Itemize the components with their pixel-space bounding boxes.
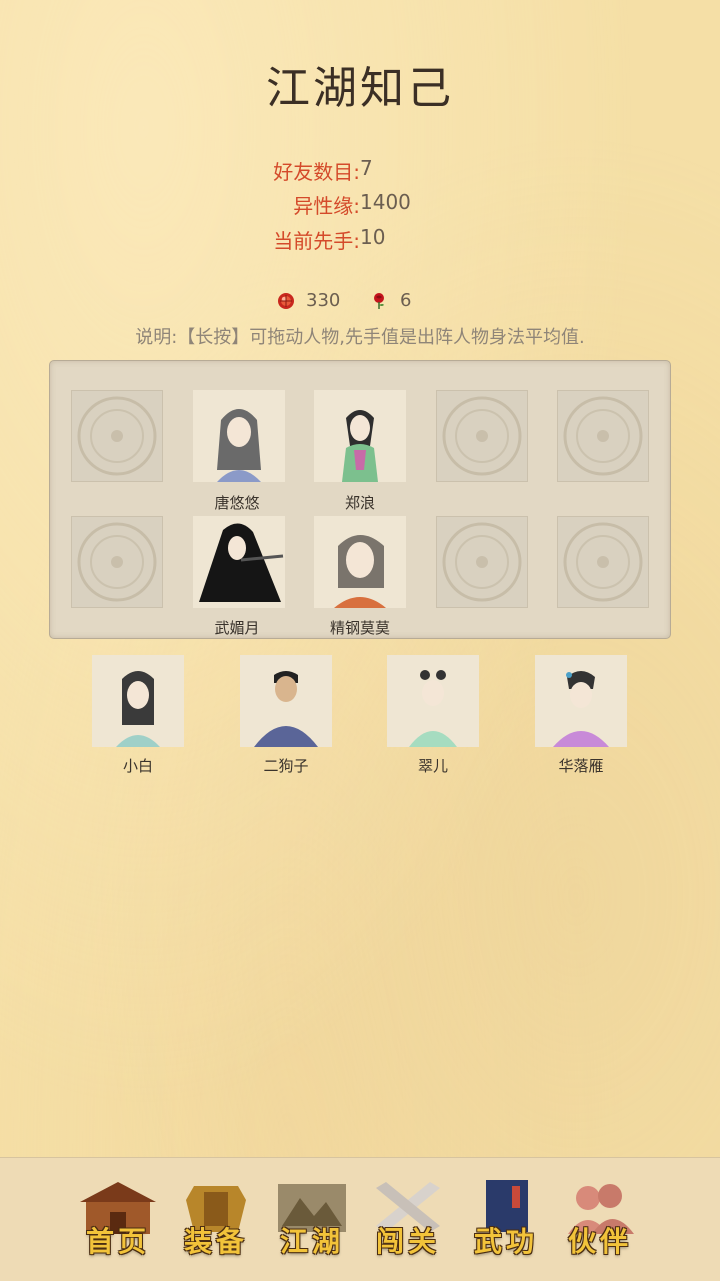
hero-slot-tang-youyou[interactable] <box>193 390 285 482</box>
tab-equipment[interactable]: 装备 <box>174 1176 258 1260</box>
reserve-name: 翠儿 <box>417 757 448 775</box>
romance-value: 1400 <box>360 190 411 214</box>
rose-counter: 6 <box>370 290 411 311</box>
tab-label: 江湖 <box>279 1225 344 1258</box>
formation-slot-empty[interactable] <box>436 390 528 482</box>
bronze-mirror-icon <box>563 396 643 476</box>
romance-label: 异性缘: <box>293 194 360 218</box>
hero-name: 武媚月 <box>214 619 260 637</box>
hero-portrait <box>409 670 457 747</box>
formation-slot-empty[interactable] <box>557 390 649 482</box>
formation-slot-empty[interactable] <box>436 516 528 608</box>
bronze-mirror-icon <box>442 396 522 476</box>
tab-martial-arts[interactable]: 武功 <box>464 1176 548 1260</box>
reserve-partner-xiaobai[interactable] <box>92 655 184 747</box>
hero-portrait <box>553 671 609 747</box>
page-title: 江湖知己 <box>266 63 454 114</box>
bronze-mirror-icon <box>77 522 157 602</box>
formation-grid: 唐悠悠 郑浪 武媚月 精钢莫莫 <box>49 360 671 639</box>
hero-portrait <box>199 523 284 602</box>
hero-portrait <box>342 410 378 482</box>
bronze-mirror-icon <box>77 396 157 476</box>
hero-name: 精钢莫莫 <box>329 619 390 637</box>
hero-portrait <box>334 535 386 608</box>
hero-slot-jinggang-momo[interactable] <box>314 516 406 608</box>
hero-slot-wu-meiyue[interactable] <box>193 516 285 608</box>
currency-bar: 330 6 <box>0 290 720 316</box>
friend-count-label: 好友数目: <box>273 160 360 184</box>
friend-count-value: 7 <box>360 156 373 180</box>
gem-counter: 330 <box>276 290 340 311</box>
hero-portrait <box>116 671 160 747</box>
reserve-partner-hua-luoyan[interactable] <box>535 655 627 747</box>
tab-label: 伙伴 <box>567 1225 632 1258</box>
formation-slot-empty[interactable] <box>71 516 163 608</box>
reserve-partner-cuier[interactable] <box>387 655 479 747</box>
initiative-value: 10 <box>360 225 386 249</box>
tab-challenge[interactable]: 闯关 <box>366 1176 450 1260</box>
tab-partners[interactable]: 伙伴 <box>558 1176 642 1260</box>
reserve-partner-ergouzi[interactable] <box>240 655 332 747</box>
gem-count: 330 <box>306 290 341 311</box>
initiative-label: 当前先手: <box>273 229 360 253</box>
hero-portrait <box>254 671 318 747</box>
bronze-mirror-icon <box>563 522 643 602</box>
tab-label: 武功 <box>473 1225 538 1258</box>
hero-portrait <box>217 409 261 482</box>
gem-icon <box>278 292 294 309</box>
tab-label: 装备 <box>183 1225 248 1258</box>
reserve-name: 二狗子 <box>263 757 309 775</box>
drag-instructions: 说明:【长按】可拖动人物,先手值是出阵人物身法平均值. <box>135 327 585 348</box>
hero-name: 郑浪 <box>344 494 375 512</box>
tab-jianghu[interactable]: 江湖 <box>270 1176 354 1260</box>
formation-slot-empty[interactable] <box>71 390 163 482</box>
tab-label: 闯关 <box>375 1225 440 1258</box>
bronze-mirror-icon <box>442 522 522 602</box>
hero-slot-zheng-lang[interactable] <box>314 390 406 482</box>
rose-icon <box>374 292 384 309</box>
reserve-name: 华落雁 <box>558 757 604 775</box>
tab-home[interactable]: 首页 <box>76 1176 160 1260</box>
rose-count: 6 <box>400 290 412 311</box>
bottom-tab-bar: 首页 装备 江湖 闯关 武功 伙伴 <box>0 1157 720 1281</box>
formation-slot-empty[interactable] <box>557 516 649 608</box>
tab-label: 首页 <box>85 1225 150 1258</box>
hero-name: 唐悠悠 <box>214 494 260 512</box>
reserve-name: 小白 <box>122 757 153 775</box>
